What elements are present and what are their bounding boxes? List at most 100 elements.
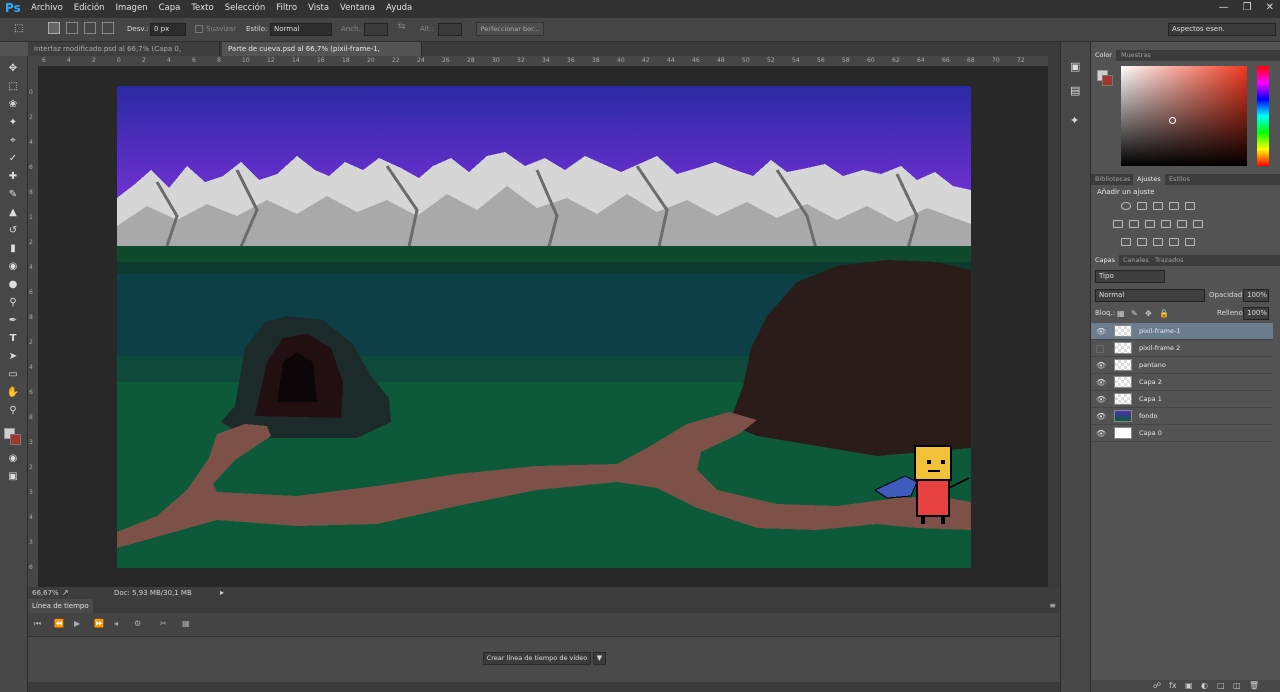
tab-interfaz[interactable]: interfaz modificado.psd al 66,7% (Capa 0…: [28, 42, 220, 67]
swap-icon[interactable]: ⇆: [398, 22, 406, 32]
lock-all-icon[interactable]: 🔒: [1159, 309, 1169, 318]
crop-tool-icon[interactable]: ⌖: [4, 132, 22, 148]
invert-icon[interactable]: [1121, 238, 1131, 246]
eyedropper-icon[interactable]: ✓: [4, 150, 22, 166]
history-brush-icon[interactable]: ↺: [4, 222, 22, 238]
fx-icon[interactable]: fx: [1169, 681, 1177, 690]
menu-vista[interactable]: Vista: [308, 3, 329, 13]
marquee-tool-icon[interactable]: ⬚: [4, 78, 22, 94]
settings-gear-icon[interactable]: ⚙: [134, 619, 141, 628]
layer-item[interactable]: 👁 pantano: [1091, 357, 1273, 374]
visibility-toggle[interactable]: [1096, 345, 1104, 353]
menu-imagen[interactable]: Imagen: [116, 3, 148, 13]
blend-mode-select[interactable]: Normal: [1095, 289, 1205, 302]
prev-frame-icon[interactable]: ⏪: [54, 619, 64, 628]
quick-mask-icon[interactable]: ◉: [4, 450, 22, 466]
posterize-icon[interactable]: [1137, 238, 1147, 246]
document-canvas[interactable]: [117, 86, 971, 568]
minimize-icon[interactable]: —: [1219, 2, 1229, 13]
first-frame-icon[interactable]: ⏮: [34, 619, 41, 629]
antialias-checkbox[interactable]: [195, 25, 203, 33]
rectangle-tool-icon[interactable]: ▭: [4, 366, 22, 382]
dodge-tool-icon[interactable]: ⚲: [4, 294, 22, 310]
hue-slider[interactable]: [1257, 66, 1269, 166]
new-group-icon[interactable]: □: [1217, 681, 1225, 690]
new-adjustment-icon[interactable]: ◐: [1201, 681, 1208, 690]
menu-archivo[interactable]: Archivo: [31, 3, 63, 13]
lock-transparency-icon[interactable]: ▦: [1117, 309, 1125, 318]
blur-tool-icon[interactable]: ●: [4, 276, 22, 292]
eye-icon[interactable]: 👁: [1096, 361, 1106, 370]
intersect-selection-icon[interactable]: [102, 22, 114, 34]
brush-tool-icon[interactable]: ✎: [4, 186, 22, 202]
layer-item[interactable]: pixil-frame 2: [1091, 340, 1273, 357]
marquee-tool-icon[interactable]: ⬚: [14, 23, 23, 34]
layer-item[interactable]: 👁 Capa 1: [1091, 391, 1273, 408]
color-field[interactable]: [1121, 66, 1247, 166]
vibrance-icon[interactable]: [1185, 202, 1195, 210]
subtract-selection-icon[interactable]: [84, 22, 96, 34]
transition-icon[interactable]: ▦: [182, 619, 190, 628]
photo-filter-icon[interactable]: [1161, 220, 1171, 228]
layer-item[interactable]: 👁 pixil-frame-1: [1091, 323, 1273, 340]
menu-ventana[interactable]: Ventana: [340, 3, 375, 13]
lasso-tool-icon[interactable]: ❀: [4, 96, 22, 112]
add-mask-icon[interactable]: ▣: [1185, 681, 1193, 690]
layer-item[interactable]: 👁 Capa 0: [1091, 425, 1273, 442]
workspace-select[interactable]: Aspectos esen.: [1168, 23, 1276, 36]
magic-wand-icon[interactable]: ✦: [4, 114, 22, 130]
style-select[interactable]: Normal: [270, 23, 332, 36]
move-tool-icon[interactable]: ✥: [4, 60, 22, 76]
menu-texto[interactable]: Texto: [191, 3, 213, 13]
color-picker-cursor[interactable]: [1169, 117, 1176, 124]
brightness-icon[interactable]: [1121, 202, 1131, 210]
layer-item[interactable]: 👁 Capa 2: [1091, 374, 1273, 391]
new-selection-icon[interactable]: [48, 22, 60, 34]
eye-icon[interactable]: 👁: [1096, 378, 1106, 387]
tab-swatches[interactable]: Muestras: [1117, 50, 1155, 61]
menu-ayuda[interactable]: Ayuda: [386, 3, 412, 13]
menu-filtro[interactable]: Filtro: [276, 3, 297, 13]
tab-parte-de-cueva[interactable]: Parte de cueva.psd al 66,7% (pixil-frame…: [222, 42, 422, 67]
tab-styles[interactable]: Estilos: [1165, 174, 1194, 185]
audio-icon[interactable]: ◂: [114, 619, 118, 628]
add-selection-icon[interactable]: [66, 22, 78, 34]
eye-icon[interactable]: 👁: [1096, 412, 1106, 421]
height-input[interactable]: [438, 23, 462, 36]
layer-filter-kind[interactable]: Tipo: [1095, 270, 1165, 283]
tab-adjustments[interactable]: Ajustes: [1133, 174, 1165, 185]
color-lookup-icon[interactable]: [1193, 220, 1203, 228]
background-color-swatch[interactable]: [10, 434, 21, 445]
paint-bucket-icon[interactable]: ◉: [4, 258, 22, 274]
eye-icon[interactable]: 👁: [1096, 429, 1106, 438]
play-icon[interactable]: ▶: [74, 619, 80, 628]
eye-icon[interactable]: 👁: [1096, 395, 1106, 404]
tab-timeline[interactable]: Línea de tiempo: [28, 599, 93, 613]
lock-pixels-icon[interactable]: ✎: [1131, 309, 1138, 318]
black-white-icon[interactable]: [1145, 220, 1155, 228]
next-frame-icon[interactable]: ⏩: [94, 619, 104, 628]
link-layers-icon[interactable]: ☍: [1153, 681, 1161, 690]
width-input[interactable]: [364, 23, 388, 36]
exposure-icon[interactable]: [1169, 202, 1179, 210]
panel-menu-icon[interactable]: ≡: [1049, 601, 1056, 610]
hue-saturation-icon[interactable]: [1113, 220, 1123, 228]
menu-seleccion[interactable]: Selección: [225, 3, 266, 13]
background-color-chip[interactable]: [1102, 75, 1113, 86]
tab-libraries[interactable]: Bibliotecas: [1091, 174, 1134, 185]
history-icon[interactable]: ▣: [1070, 60, 1080, 73]
healing-brush-icon[interactable]: ✚: [4, 168, 22, 184]
layer-item[interactable]: 👁 fondo: [1091, 408, 1273, 425]
levels-icon[interactable]: [1137, 202, 1147, 210]
eye-icon[interactable]: 👁: [1096, 327, 1106, 336]
selective-color-icon[interactable]: [1169, 238, 1179, 246]
tab-layers[interactable]: Capas: [1091, 255, 1120, 266]
type-tool-icon[interactable]: T: [4, 330, 22, 346]
create-video-timeline-button[interactable]: Crear línea de tiempo de vídeo: [483, 652, 591, 665]
threshold-icon[interactable]: [1153, 238, 1163, 246]
hand-tool-icon[interactable]: ✋: [4, 384, 22, 400]
menu-edicion[interactable]: Edición: [74, 3, 105, 13]
new-layer-icon[interactable]: ◫: [1233, 681, 1241, 690]
properties-icon[interactable]: ▤: [1070, 84, 1080, 97]
status-menu-arrow-icon[interactable]: ▸: [220, 588, 224, 597]
